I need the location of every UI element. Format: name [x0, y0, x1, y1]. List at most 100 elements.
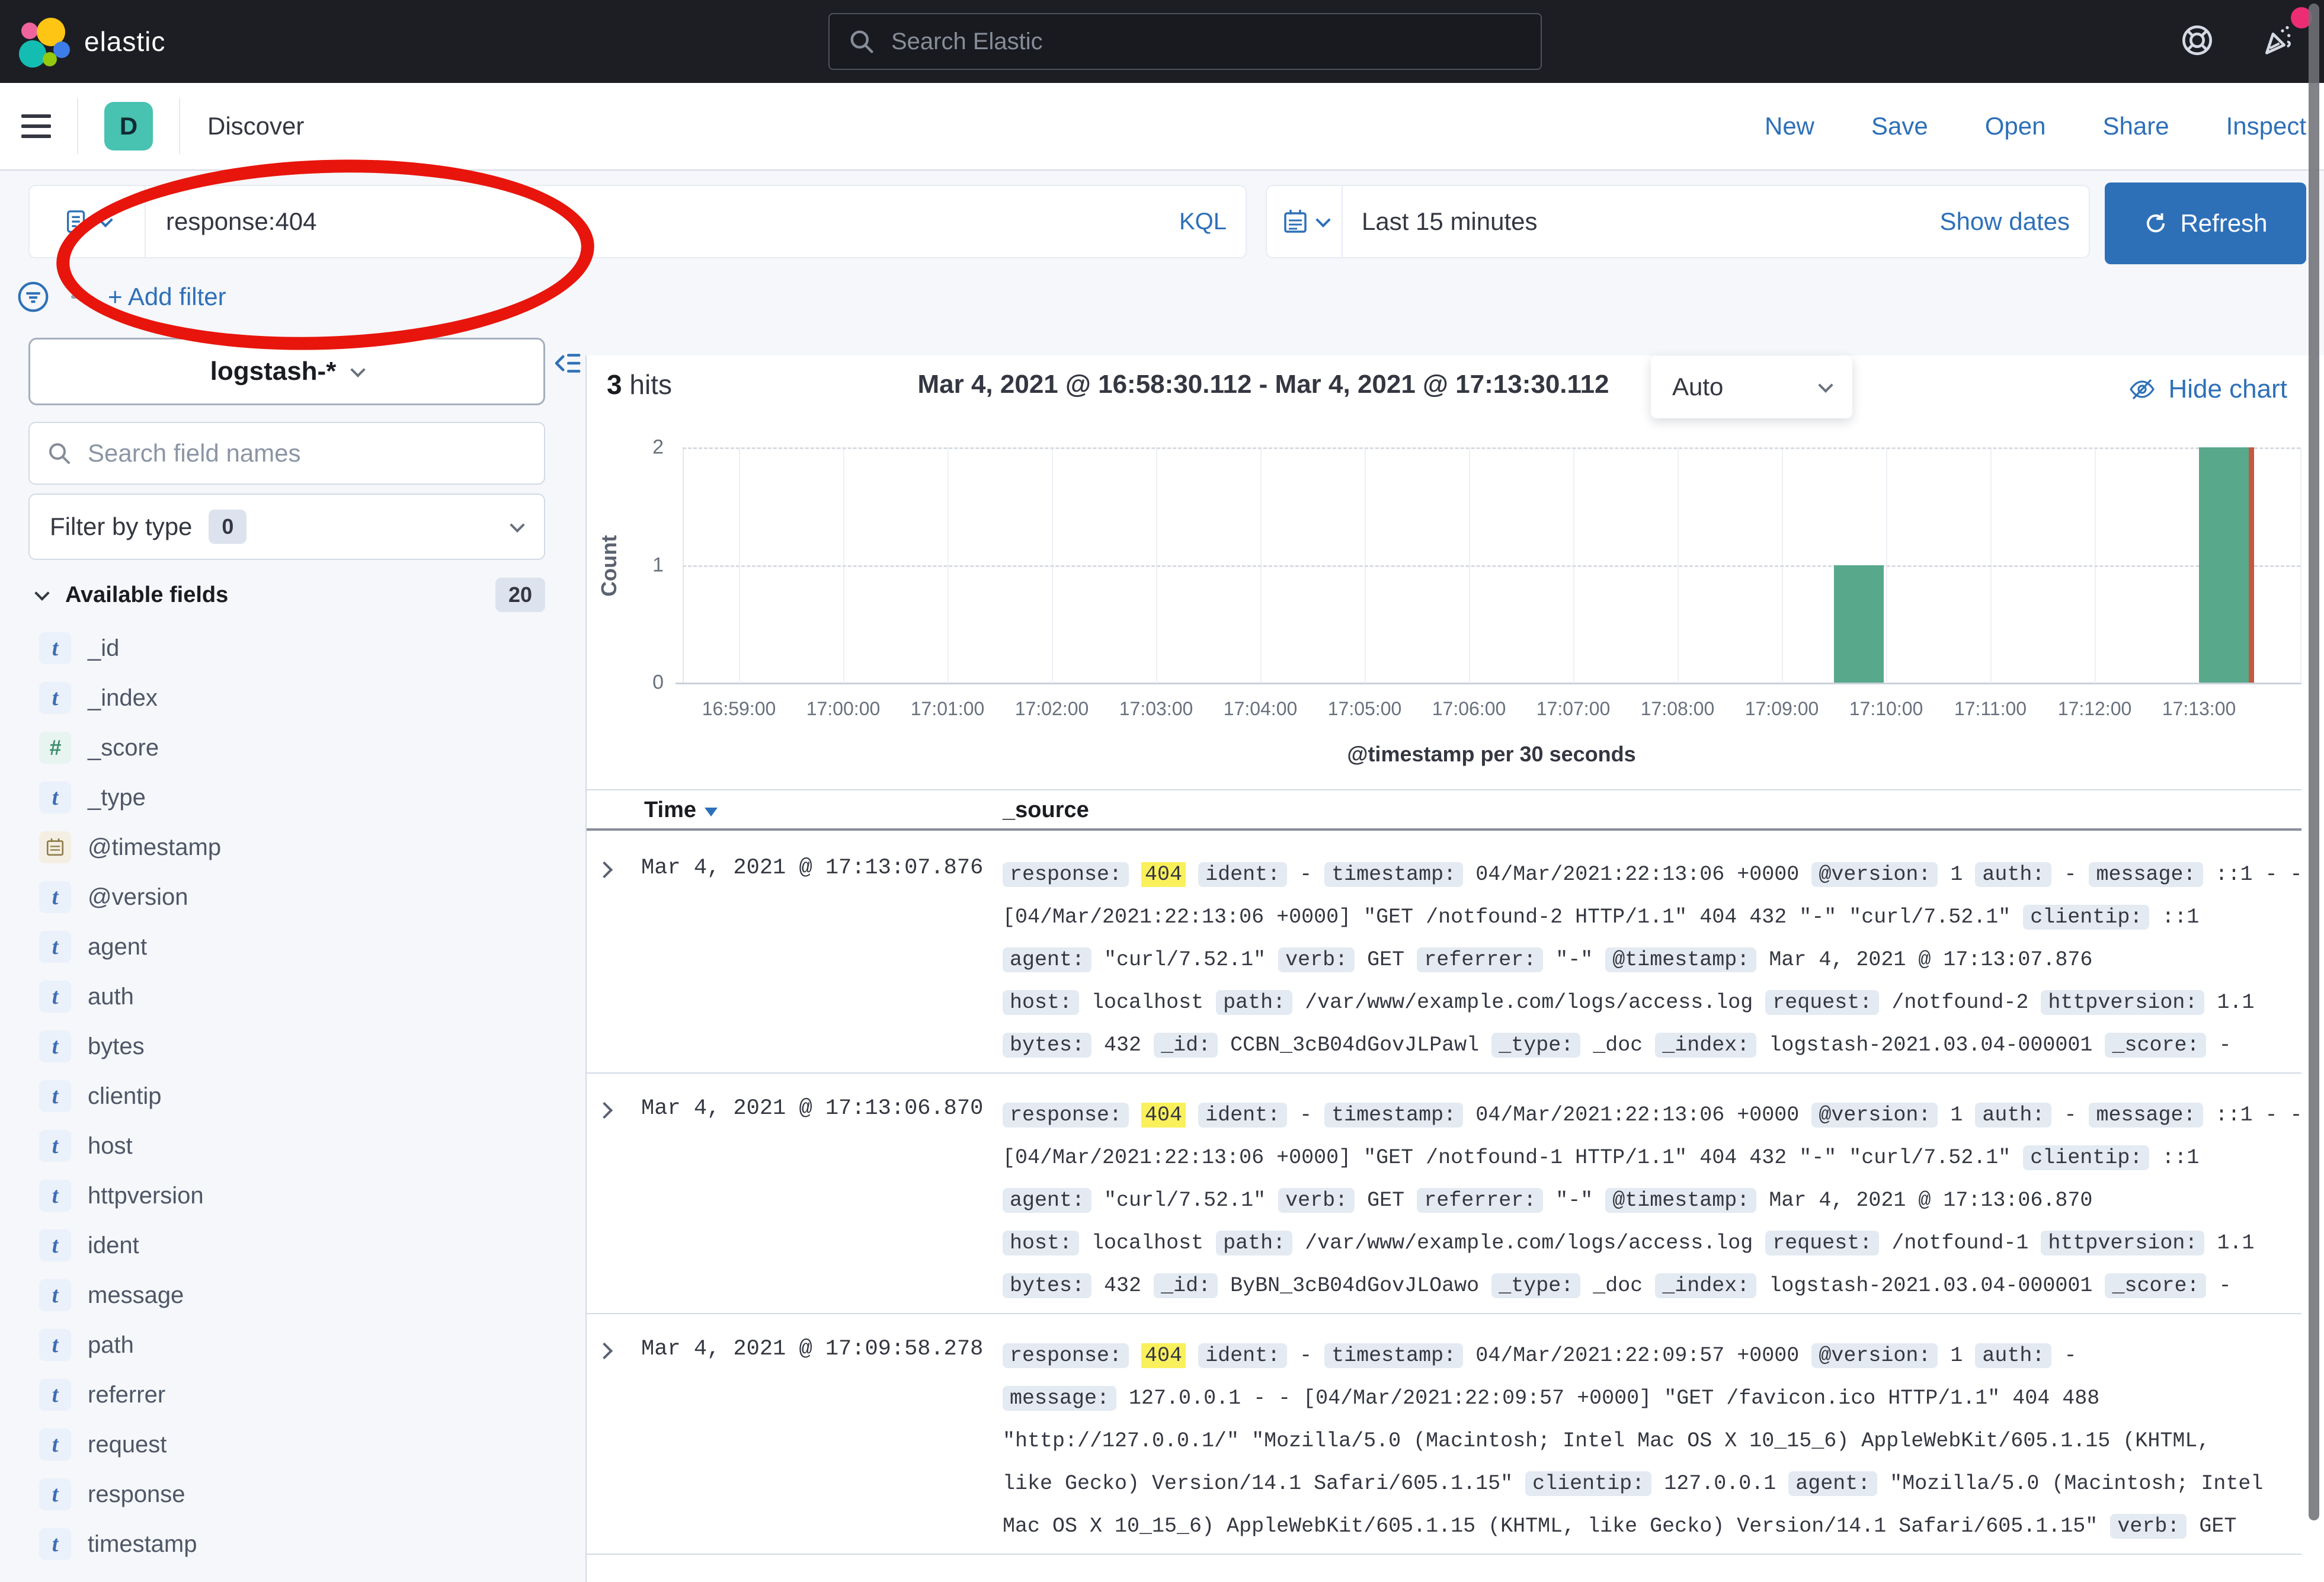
doc-source-cell: response: 404 ident: - timestamp: 04/Mar…	[1003, 853, 2301, 1067]
field-badge: auth:	[1975, 1103, 2051, 1128]
add-filter-button[interactable]: + Add filter	[108, 283, 226, 311]
global-search-input[interactable]: Search Elastic	[828, 13, 1542, 70]
menu-hamburger-icon[interactable]	[21, 114, 51, 138]
discover-main-panel: 3 hits Mar 4, 2021 @ 16:58:30.112 - Mar …	[585, 356, 2324, 1582]
global-header: elastic Search Elastic	[0, 0, 2324, 83]
help-lifebuoy-icon[interactable]	[2178, 21, 2216, 59]
refresh-button[interactable]: Refresh	[2105, 182, 2306, 264]
histogram-chart[interactable]: Count @timestamp per 30 seconds 16:59:00…	[587, 356, 2324, 788]
sidebar-field-path[interactable]: tpath	[28, 1320, 545, 1370]
string-type-icon: t	[39, 1229, 71, 1261]
field-badge: message:	[2089, 862, 2203, 887]
doc-time-cell: Mar 4, 2021 @ 17:13:07.876	[641, 856, 983, 880]
x-tick-label: 17:13:00	[2140, 698, 2258, 720]
field-name: ident	[88, 1232, 139, 1259]
field-name: @version	[88, 884, 188, 911]
sidebar-field-_index[interactable]: t_index	[28, 673, 545, 723]
query-input[interactable]: response:404 KQL	[28, 185, 1247, 258]
sidebar-field-agent[interactable]: tagent	[28, 922, 545, 972]
sidebar-field-message[interactable]: tmessage	[28, 1270, 545, 1320]
source-line: response: 404 ident: - timestamp: 04/Mar…	[1003, 1334, 2301, 1377]
sidebar-field-_id[interactable]: t_id	[28, 623, 545, 673]
field-badge: @timestamp:	[1605, 947, 1756, 972]
column-header-source[interactable]: _source	[1003, 798, 1089, 823]
source-line: [04/Mar/2021:22:13:06 +0000] "GET /notfo…	[1003, 896, 2301, 939]
saved-query-menu-button[interactable]	[30, 186, 146, 257]
index-pattern-selector[interactable]: logstash-*	[28, 338, 545, 405]
field-badge: referrer:	[1417, 1188, 1543, 1213]
histogram-bar-1[interactable]	[1834, 565, 1884, 683]
field-badge: auth:	[1975, 1343, 2051, 1368]
sidebar-field-request[interactable]: trequest	[28, 1420, 545, 1469]
query-language-button[interactable]: KQL	[1179, 209, 1227, 235]
field-name: timestamp	[88, 1531, 197, 1558]
x-tick-label: 17:08:00	[1618, 698, 1737, 720]
string-type-icon: t	[39, 1329, 71, 1361]
date-picker[interactable]: Last 15 minutes Show dates	[1266, 185, 2090, 258]
field-badge: clientip:	[2023, 1145, 2149, 1170]
elastic-logo-icon[interactable]	[18, 14, 70, 69]
string-type-icon: t	[39, 1478, 71, 1510]
x-tick-label: 17:07:00	[1514, 698, 1632, 720]
filter-drag-dash	[71, 295, 91, 299]
field-badge: timestamp:	[1324, 862, 1463, 887]
field-badge: _index:	[1655, 1273, 1756, 1298]
source-line: like Gecko) Version/14.1 Safari/605.1.15…	[1003, 1462, 2301, 1505]
collapse-sidebar-icon[interactable]	[551, 347, 583, 379]
newsfeed-party-icon[interactable]	[2259, 21, 2297, 59]
sidebar-field-@version[interactable]: t @version	[28, 872, 545, 922]
y-tick-label: 1	[628, 553, 664, 577]
expand-row-icon[interactable]	[596, 1343, 613, 1359]
sort-desc-icon[interactable]	[705, 808, 718, 816]
nav-link-save[interactable]: Save	[1871, 112, 1928, 140]
query-string[interactable]: response:404	[166, 207, 317, 236]
sidebar-field-_score[interactable]: #_score	[28, 723, 545, 773]
expand-row-icon[interactable]	[596, 862, 613, 878]
sidebar-field-clientip[interactable]: tclientip	[28, 1071, 545, 1121]
sidebar-field-auth[interactable]: tauth	[28, 972, 545, 1021]
sidebar-field-@timestamp[interactable]: @timestamp	[28, 822, 545, 872]
expand-row-icon[interactable]	[596, 1102, 613, 1119]
sidebar-field-timestamp[interactable]: ttimestamp	[28, 1519, 545, 1569]
field-badge: timestamp:	[1324, 1103, 1463, 1128]
field-name: bytes	[88, 1033, 145, 1060]
sidebar-field-httpversion[interactable]: thttpversion	[28, 1171, 545, 1221]
field-search-input[interactable]: Search field names	[28, 422, 545, 485]
field-badge: _id:	[1154, 1273, 1218, 1298]
table-row: Mar 4, 2021 @ 17:13:06.870response: 404 …	[587, 1074, 2301, 1314]
field-badge: message:	[2089, 1103, 2203, 1128]
x-tick-label: 17:03:00	[1097, 698, 1215, 720]
x-tick-label: 17:06:00	[1410, 698, 1528, 720]
page-scrollbar[interactable]	[2309, 4, 2319, 1520]
grid-line	[683, 447, 2300, 449]
highlighted-value: 404	[1141, 1343, 1186, 1368]
field-badge: httpversion:	[2041, 1231, 2204, 1256]
source-line: [04/Mar/2021:22:13:06 +0000] "GET /notfo…	[1003, 1136, 2301, 1179]
date-type-icon	[39, 831, 71, 863]
nav-link-inspect[interactable]: Inspect	[2226, 112, 2306, 140]
available-fields-header[interactable]: Available fields 20	[28, 576, 545, 614]
sidebar-field-host[interactable]: thost	[28, 1121, 545, 1171]
sidebar-field-ident[interactable]: tident	[28, 1221, 545, 1270]
nav-link-share[interactable]: Share	[2103, 112, 2169, 140]
field-name: path	[88, 1332, 134, 1359]
field-badge: path:	[1216, 1231, 1292, 1256]
column-header-time[interactable]: Time	[644, 798, 718, 823]
sidebar-field-_type[interactable]: t_type	[28, 773, 545, 822]
histogram-bar-2[interactable]	[2199, 447, 2249, 683]
time-range-value[interactable]: Last 15 minutes	[1362, 207, 1538, 236]
field-badge: verb:	[1278, 947, 1355, 972]
string-type-icon: t	[39, 881, 71, 913]
field-name: agent	[88, 934, 147, 960]
documents-table-body: Mar 4, 2021 @ 17:13:07.876 response: 404 …	[587, 833, 2301, 1582]
sidebar-field-response[interactable]: tresponse	[28, 1469, 545, 1519]
show-dates-button[interactable]: Show dates	[1940, 207, 2070, 236]
filter-menu-icon[interactable]	[17, 280, 50, 313]
sidebar-field-bytes[interactable]: tbytes	[28, 1021, 545, 1071]
nav-link-open[interactable]: Open	[1985, 112, 2046, 140]
chevron-down-icon	[510, 517, 524, 532]
sidebar-field-referrer[interactable]: treferrer	[28, 1370, 545, 1420]
nav-link-new[interactable]: New	[1765, 112, 1814, 140]
discover-app-badge[interactable]: D	[104, 102, 153, 150]
filter-by-type-dropdown[interactable]: Filter by type 0	[28, 494, 545, 560]
